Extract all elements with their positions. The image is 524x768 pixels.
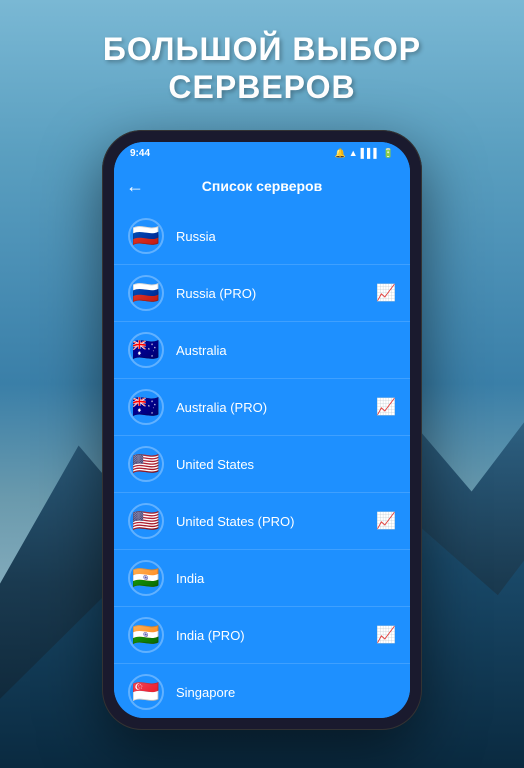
server-flag: 🇦🇺 bbox=[128, 389, 164, 425]
server-list-item[interactable]: 🇮🇳 India (PRO)📈 bbox=[114, 607, 410, 664]
server-flag: 🇺🇸 bbox=[128, 446, 164, 482]
notification-icon: 🔔 bbox=[335, 148, 346, 159]
server-list-item[interactable]: 🇺🇸 United States bbox=[114, 436, 410, 493]
server-flag: 🇮🇳 bbox=[128, 560, 164, 596]
pro-speed-icon: 📈 bbox=[376, 397, 396, 417]
phone-screen: 9:44 🔔 ▲ ▌▌▌ 🔋 ← Список серверов 🇷🇺 Russi… bbox=[114, 142, 410, 718]
status-bar: 9:44 🔔 ▲ ▌▌▌ 🔋 bbox=[114, 142, 410, 164]
title-line2: СЕРВЕРОВ bbox=[0, 68, 524, 106]
server-list-item[interactable]: 🇦🇺 Australia bbox=[114, 322, 410, 379]
server-list-item[interactable]: 🇸🇬 Singapore bbox=[114, 664, 410, 718]
server-flag: 🇦🇺 bbox=[128, 332, 164, 368]
toolbar: ← Список серверов bbox=[114, 164, 410, 208]
pro-speed-icon: 📈 bbox=[376, 625, 396, 645]
server-flag: 🇺🇸 bbox=[128, 503, 164, 539]
server-name: United States (PRO) bbox=[176, 514, 376, 529]
toolbar-title: Список серверов bbox=[154, 178, 370, 194]
server-name: Singapore bbox=[176, 685, 396, 700]
title-line1: БОЛЬШОЙ ВЫБОР bbox=[0, 30, 524, 68]
title-area: БОЛЬШОЙ ВЫБОР СЕРВЕРОВ bbox=[0, 30, 524, 107]
pro-speed-icon: 📈 bbox=[376, 283, 396, 303]
server-flag: 🇸🇬 bbox=[128, 674, 164, 710]
server-name: United States bbox=[176, 457, 396, 472]
wifi-icon: ▲ bbox=[349, 148, 358, 158]
server-flag: 🇷🇺 bbox=[128, 218, 164, 254]
server-name: Russia bbox=[176, 229, 396, 244]
server-name: Australia (PRO) bbox=[176, 400, 376, 415]
back-button[interactable]: ← bbox=[126, 176, 144, 197]
server-list-item[interactable]: 🇺🇸 United States (PRO)📈 bbox=[114, 493, 410, 550]
status-time: 9:44 bbox=[130, 148, 150, 159]
server-name: Russia (PRO) bbox=[176, 286, 376, 301]
server-name: India (PRO) bbox=[176, 628, 376, 643]
server-list[interactable]: 🇷🇺Russia🇷🇺Russia (PRO)📈🇦🇺Australia🇦🇺Aust… bbox=[114, 208, 410, 718]
phone-frame: 9:44 🔔 ▲ ▌▌▌ 🔋 ← Список серверов 🇷🇺 Russi… bbox=[102, 130, 422, 730]
server-flag: 🇷🇺 bbox=[128, 275, 164, 311]
pro-speed-icon: 📈 bbox=[376, 511, 396, 531]
server-name: Australia bbox=[176, 343, 396, 358]
server-list-item[interactable]: 🇦🇺 Australia (PRO)📈 bbox=[114, 379, 410, 436]
server-name: India bbox=[176, 571, 396, 586]
phone-container: 9:44 🔔 ▲ ▌▌▌ 🔋 ← Список серверов 🇷🇺 Russi… bbox=[102, 130, 422, 730]
page-title: БОЛЬШОЙ ВЫБОР СЕРВЕРОВ bbox=[0, 30, 524, 107]
server-list-item[interactable]: 🇮🇳 India bbox=[114, 550, 410, 607]
signal-icon: ▌▌▌ bbox=[361, 148, 380, 158]
status-icons: 🔔 ▲ ▌▌▌ 🔋 bbox=[335, 148, 395, 159]
server-list-item[interactable]: 🇷🇺 Russia bbox=[114, 208, 410, 265]
battery-icon: 🔋 bbox=[383, 148, 394, 159]
server-flag: 🇮🇳 bbox=[128, 617, 164, 653]
server-list-item[interactable]: 🇷🇺 Russia (PRO)📈 bbox=[114, 265, 410, 322]
